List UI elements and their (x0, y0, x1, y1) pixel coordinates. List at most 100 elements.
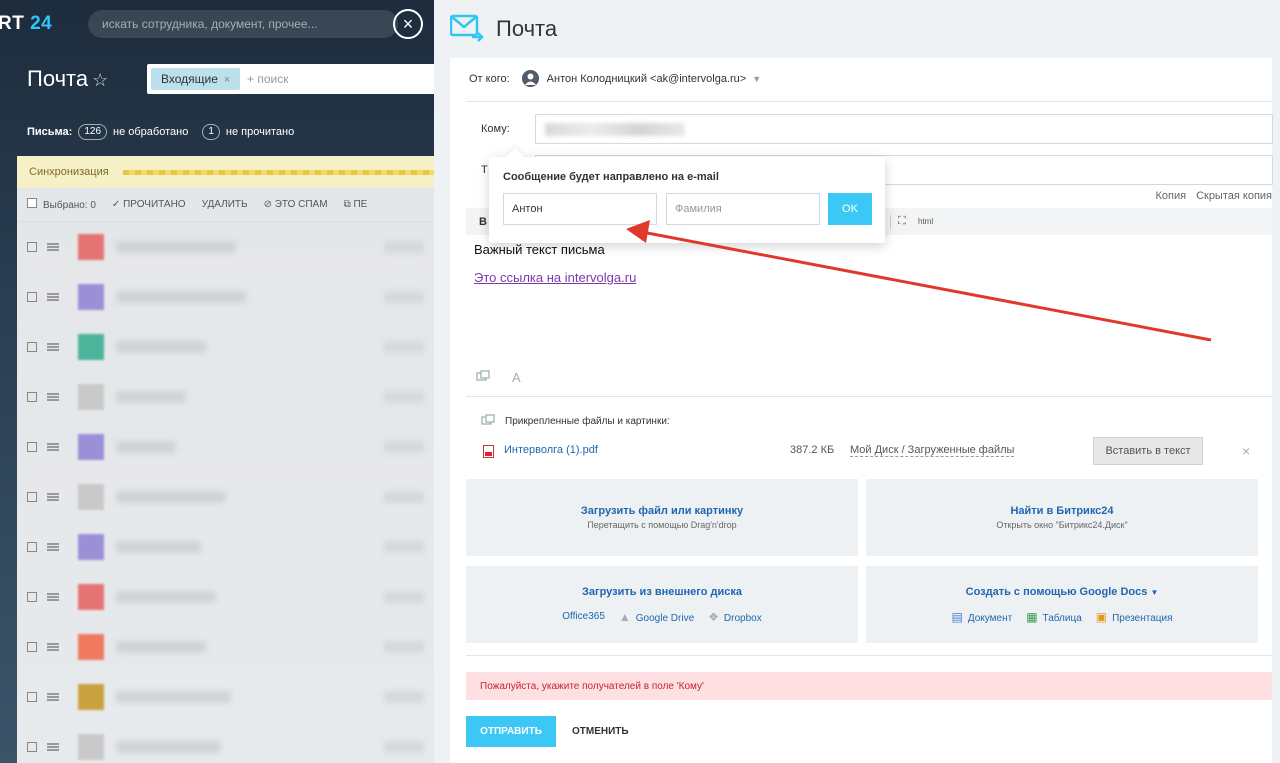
row-checkbox[interactable] (27, 441, 37, 452)
filter-search-box[interactable]: Входящие × + поиск (147, 64, 434, 94)
mail-list-row[interactable] (17, 372, 434, 422)
upload-file-tile[interactable]: Загрузить файл или картинку Перетащить с… (466, 479, 858, 556)
insert-into-text-button[interactable]: Вставить в текст (1093, 437, 1203, 465)
filter-chip-inbox[interactable]: Входящие × (151, 68, 241, 90)
unread-count[interactable]: 1 (202, 124, 220, 140)
row-checkbox[interactable] (27, 491, 37, 502)
gdocs-document-link[interactable]: ▤ Документ (951, 610, 1012, 624)
remove-attachment-icon[interactable]: × (1242, 443, 1250, 459)
row-checkbox[interactable] (27, 691, 37, 702)
chip-remove-icon[interactable]: × (224, 74, 230, 86)
row-checkbox[interactable] (27, 541, 37, 552)
unprocessed-count[interactable]: 126 (78, 124, 108, 140)
first-name-input[interactable]: Антон (503, 193, 657, 225)
mail-list-row[interactable] (17, 472, 434, 522)
more-button[interactable]: ⧉ ПЕ (344, 199, 368, 210)
google-drive-link[interactable]: ▲ Google Drive (619, 610, 694, 624)
attachments-title: Прикрепленные файлы и картинки: (481, 414, 670, 429)
row-menu-icon[interactable] (47, 442, 59, 451)
row-menu-icon[interactable] (47, 342, 59, 351)
cancel-button[interactable]: ОТМЕНИТЬ (572, 726, 629, 737)
row-menu-icon[interactable] (47, 642, 59, 651)
toolbar-separator (890, 214, 891, 229)
popup-ok-button[interactable]: OK (828, 193, 872, 225)
row-menu-icon[interactable] (47, 292, 59, 301)
blurred-subject (116, 440, 176, 453)
row-menu-icon[interactable] (47, 592, 59, 601)
mail-list-row[interactable] (17, 672, 434, 722)
blurred-subject (116, 640, 206, 653)
mail-list-row[interactable] (17, 572, 434, 622)
delete-button[interactable]: УДАЛИТЬ (202, 199, 248, 210)
chevron-down-icon[interactable]: ▼ (752, 74, 761, 84)
row-checkbox[interactable] (27, 291, 37, 302)
mail-list-row[interactable] (17, 522, 434, 572)
row-checkbox[interactable] (27, 591, 37, 602)
to-field[interactable] (535, 114, 1273, 144)
google-docs-tile: Создать с помощью Google Docs ▼ ▤ Докумен… (866, 566, 1258, 643)
mail-list-row[interactable] (17, 722, 434, 763)
font-format-icon[interactable]: A (512, 370, 521, 385)
message-body-text[interactable]: Важный текст письма (474, 242, 605, 257)
row-menu-icon[interactable] (47, 392, 59, 401)
global-search-input[interactable]: искать сотрудника, документ, прочее... (88, 10, 398, 38)
select-all[interactable]: Выбрано: 0 (27, 198, 96, 211)
spam-button[interactable]: ⊘ ЭТО СПАМ (264, 199, 328, 210)
compose-slider: Почта От кого: Антон Колодницкий <ak@int… (434, 0, 1280, 763)
mail-list-row[interactable] (17, 272, 434, 322)
fullscreen-icon[interactable]: ⛶ (898, 215, 906, 228)
blurred-meta (384, 740, 424, 753)
attachment-source-link[interactable]: Мой Диск / Загруженные файлы (850, 444, 1015, 457)
blurred-subject (116, 390, 186, 403)
dropbox-link[interactable]: ❖ Dropbox (708, 610, 762, 624)
external-disk-tile: Загрузить из внешнего диска Office365 ▲ G… (466, 566, 858, 643)
row-checkbox[interactable] (27, 241, 37, 252)
divider (466, 396, 1272, 397)
google-drive-icon: ▲ (618, 609, 631, 624)
sender-avatar (78, 683, 104, 710)
mail-list (17, 222, 434, 763)
row-checkbox[interactable] (27, 741, 37, 752)
bcc-link[interactable]: Скрытая копия (1196, 190, 1272, 202)
attach-icon[interactable] (476, 370, 490, 385)
sender-avatar (78, 633, 104, 660)
blurred-meta (384, 590, 424, 603)
mail-list-row[interactable] (17, 222, 434, 272)
mail-list-row[interactable] (17, 622, 434, 672)
last-name-input[interactable]: Фамилия (666, 193, 820, 225)
bold-button[interactable]: B (479, 216, 487, 228)
cc-link[interactable]: Копия (1155, 190, 1186, 202)
google-docs-title[interactable]: Создать с помощью Google Docs ▼ (966, 586, 1159, 598)
row-menu-icon[interactable] (47, 242, 59, 251)
gdocs-presentation-link[interactable]: ▣ Презентация (1096, 610, 1173, 624)
row-menu-icon[interactable] (47, 542, 59, 551)
close-slider-button[interactable]: × (393, 9, 423, 39)
from-select[interactable]: Антон Колодницкий <ak@intervolga.ru> (547, 73, 747, 85)
sender-avatar (78, 583, 104, 610)
row-menu-icon[interactable] (47, 692, 59, 701)
message-body-link[interactable]: Это ссылка на intervolga.ru (474, 270, 636, 285)
mail-list-row[interactable] (17, 322, 434, 372)
row-menu-icon[interactable] (47, 492, 59, 501)
mark-read-button[interactable]: ✓ ПРОЧИТАНО (112, 199, 186, 210)
blurred-meta (384, 440, 424, 453)
html-mode-button[interactable]: html (918, 217, 933, 226)
page-title: Почта ☆ (27, 66, 109, 91)
gdocs-sheet-link[interactable]: ▦ Таблица (1026, 610, 1082, 624)
sender-avatar (78, 483, 104, 510)
divider (466, 101, 1272, 102)
star-icon[interactable]: ☆ (92, 70, 108, 90)
row-menu-icon[interactable] (47, 742, 59, 751)
row-checkbox[interactable] (27, 391, 37, 402)
mail-list-row[interactable] (17, 422, 434, 472)
row-checkbox[interactable] (27, 641, 37, 652)
find-bitrix-tile[interactable]: Найти в Битрикс24 Открыть окно "Битрикс2… (866, 479, 1258, 556)
divider (466, 655, 1272, 656)
from-label: От кого: (469, 72, 510, 85)
row-checkbox[interactable] (27, 341, 37, 352)
find-bitrix-subtitle: Открыть окно "Битрикс24.Диск" (996, 520, 1128, 530)
attachment-name-link[interactable]: Интерволга (1).pdf (504, 444, 598, 456)
office365-link[interactable]: Office365 (562, 611, 605, 622)
sender-avatar (78, 233, 104, 260)
send-button[interactable]: ОТПРАВИТЬ (466, 716, 556, 747)
